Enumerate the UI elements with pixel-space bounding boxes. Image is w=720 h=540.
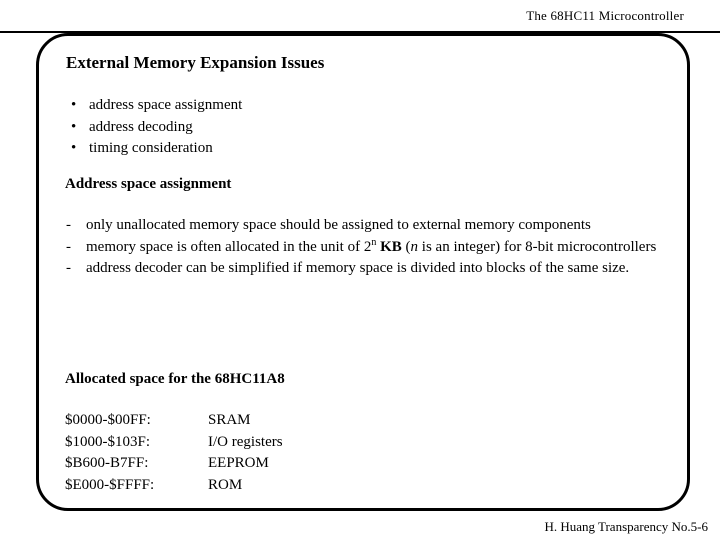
list-item-label: address space assignment: [89, 97, 243, 113]
variable-n: n: [410, 238, 419, 255]
list-item: • address decoding: [68, 117, 628, 139]
unit-label: KB: [376, 238, 402, 255]
topic-bullet-list: • address space assignment • address dec…: [68, 95, 628, 160]
bullet-icon: •: [71, 140, 77, 156]
list-item-label: timing consideration: [89, 140, 213, 156]
table-row: $B600-B7FF: EEPROM: [65, 453, 283, 475]
section-heading-allocated-space: Allocated space for the 68HC11A8: [65, 371, 285, 387]
list-item: - only unallocated memory space should b…: [64, 215, 664, 237]
dash-icon: -: [66, 238, 71, 255]
paren-open: (: [401, 238, 411, 255]
slide-content: External Memory Expansion Issues • addre…: [0, 0, 720, 540]
table-row: $1000-$103F: I/O registers: [65, 432, 283, 454]
list-item: • timing consideration: [68, 138, 628, 160]
list-item-label: only unallocated memory space should be …: [86, 217, 591, 233]
memory-device-cell: I/O registers: [208, 433, 283, 450]
memory-device-cell: ROM: [208, 476, 243, 493]
section-heading-address-space-assignment: Address space assignment: [65, 176, 232, 192]
memory-range-cell: $E000-$FFFF:: [65, 476, 155, 493]
list-item-label: address decoder can be simplified if mem…: [86, 260, 630, 276]
dash-icon: -: [66, 217, 71, 233]
list-item-label-tail: is an integer) for 8-bit microcontroller…: [418, 238, 657, 255]
memory-device-cell: SRAM: [208, 412, 251, 428]
memory-range-cell: $1000-$103F:: [65, 433, 151, 450]
bullet-icon: •: [71, 97, 77, 113]
dash-icon: -: [66, 260, 71, 276]
detail-dash-list: - only unallocated memory space should b…: [64, 215, 664, 280]
memory-range-cell: $0000-$00FF:: [65, 412, 151, 428]
bullet-icon: •: [71, 118, 77, 135]
list-item: - memory space is often allocated in the…: [64, 237, 664, 259]
list-item: - address decoder can be simplified if m…: [64, 258, 664, 280]
slide-canvas: The 68HC11 Microcontroller External Memo…: [0, 0, 720, 540]
list-item: • address space assignment: [68, 95, 628, 117]
table-row: $E000-$FFFF: ROM: [65, 475, 283, 497]
table-row: $0000-$00FF: SRAM: [65, 410, 283, 432]
memory-map-table: $0000-$00FF: SRAM $1000-$103F: I/O regis…: [65, 410, 283, 496]
memory-device-cell: EEPROM: [208, 455, 269, 471]
footer-text: H. Huang Transparency No.5-6: [544, 519, 708, 534]
list-item-label: address decoding: [89, 118, 193, 135]
list-item-label-part: memory space is often allocated in the u…: [86, 238, 372, 255]
memory-range-cell: $B600-B7FF:: [65, 455, 149, 471]
page-title: External Memory Expansion Issues: [66, 53, 325, 72]
